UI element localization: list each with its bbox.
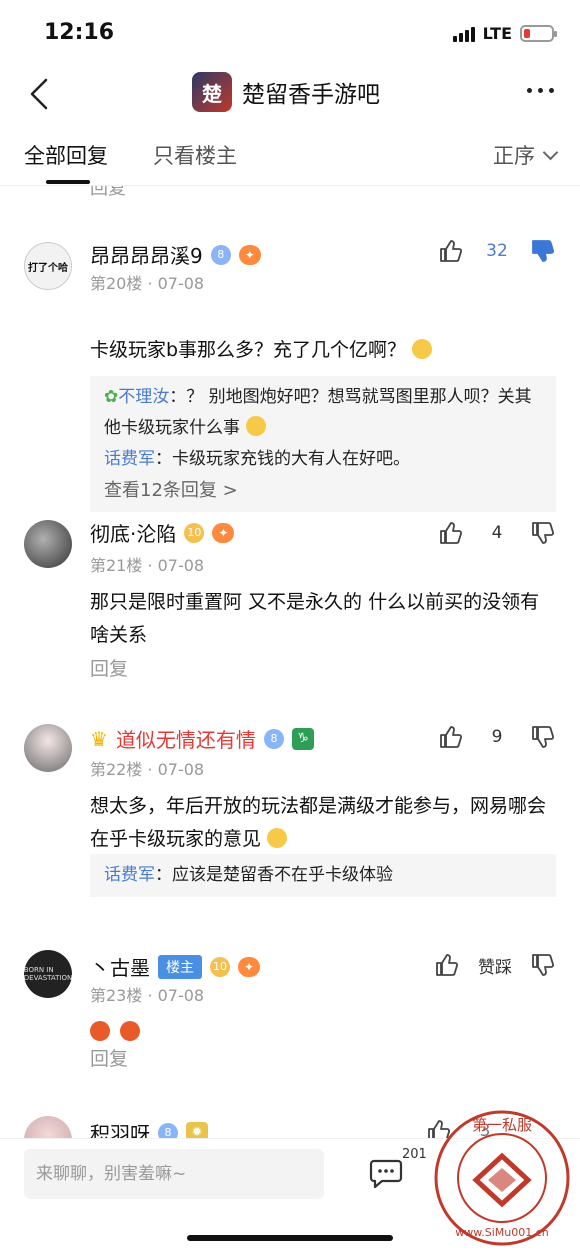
level-badge: 8 xyxy=(263,728,284,749)
username[interactable]: 积羽呀 xyxy=(90,1118,150,1138)
avatar[interactable] xyxy=(24,724,72,772)
back-button[interactable] xyxy=(22,74,62,114)
capricorn-icon: ♑ xyxy=(291,727,314,750)
floor-info: 第22楼 · 07-08 xyxy=(90,760,205,779)
post-content: 那只是限时重置阿 又不是永久的 什么以前买的没领有啥关系 xyxy=(90,591,540,646)
level-badge: 8 xyxy=(158,1122,178,1138)
status-indicators: LTE xyxy=(452,24,557,43)
active-tab-indicator xyxy=(46,180,90,184)
emoji-icon xyxy=(412,339,433,359)
owner-tag: 楼主 xyxy=(158,954,202,979)
emoji-icon xyxy=(246,416,266,436)
tab-op-only[interactable]: 只看楼主 xyxy=(153,140,237,170)
level-badge: 10 xyxy=(184,522,205,543)
sub-replies[interactable]: 话费军：应该是楚留香不在乎卡级体验 xyxy=(90,854,556,897)
reply-list: 回复 打了个哈 昂昂昂昂溪9 8 ✦ 第20楼 · 07-08 32 卡级玩家b… xyxy=(0,186,580,1138)
reply-link[interactable]: 回复 xyxy=(90,1044,128,1071)
post-text: 卡级玩家b事那么多？充了几个亿啊？ xyxy=(90,339,407,361)
forum-name: 楚留香手游吧 xyxy=(242,82,380,108)
emoji-icon xyxy=(90,1021,110,1041)
emoji-icon xyxy=(267,828,288,848)
like-count: 赞踩 xyxy=(478,957,512,978)
username[interactable]: 丶古墨 xyxy=(90,952,150,981)
home-indicator xyxy=(187,1235,393,1241)
sprout-icon: ✿ xyxy=(104,387,119,407)
sort-label: 正序 xyxy=(493,144,535,168)
floor-info: 第23楼 · 07-08 xyxy=(90,986,205,1005)
sub-reply-text: ：应该是楚留香不在乎卡级体验 xyxy=(155,865,393,885)
comment-input[interactable]: 来聊聊，别害羞嘛~ xyxy=(24,1149,324,1199)
sort-dropdown[interactable]: 正序 xyxy=(493,140,559,170)
post-text: 想太多，年后开放的玩法都是满级才能参与，网易哪会在乎卡级玩家的意见 xyxy=(90,795,547,850)
watermark-seal: 第一私服 www.SiMu001.cn xyxy=(434,1110,570,1246)
sub-reply-author[interactable]: 不理汝 xyxy=(118,387,169,407)
fire-badge-icon: ✦ xyxy=(238,956,260,977)
reply-link[interactable]: 回复 xyxy=(90,654,128,681)
floor-info: 第21楼 · 07-08 xyxy=(90,556,205,575)
floor-info: 第20楼 · 07-08 xyxy=(90,274,205,293)
avatar[interactable]: BORN IN DEVASTATION xyxy=(24,950,72,998)
tab-all-replies[interactable]: 全部回复 xyxy=(24,140,108,170)
fire-badge-icon: ✦ xyxy=(212,522,235,543)
prev-reply-link[interactable]: 回复 xyxy=(90,186,126,200)
post-content: 想太多，年后开放的玩法都是满级才能参与，网易哪会在乎卡级玩家的意见 xyxy=(90,790,550,856)
sub-reply: ✿不理汝：？ 别地图炮好吧？想骂就骂图里那人呗？关其他卡级玩家什么事 xyxy=(104,382,542,444)
sub-reply-text: ：？ 别地图炮好吧？想骂就骂图里那人呗？关其他卡级玩家什么事 xyxy=(104,387,532,438)
avatar[interactable]: 打了个哈 xyxy=(24,242,72,290)
sub-reply: 话费军：卡级玩家充钱的大有人在好吧。 xyxy=(104,444,542,475)
avatar[interactable] xyxy=(24,520,72,568)
like-icon[interactable] xyxy=(438,238,464,264)
sub-reply-text: ：卡级玩家充钱的大有人在好吧。 xyxy=(155,449,410,469)
level-badge: 8 xyxy=(210,244,231,265)
post-content xyxy=(90,1016,550,1049)
watermark-top-text: 第一私服 xyxy=(472,1116,532,1134)
username[interactable]: 昂昂昂昂溪9 xyxy=(90,240,203,269)
sub-replies[interactable]: ✿不理汝：？ 别地图炮好吧？想骂就骂图里那人呗？关其他卡级玩家什么事 话费军：卡… xyxy=(90,376,556,512)
view-more-replies-link[interactable]: 查看12条回复 > xyxy=(104,475,542,506)
post-content: 卡级玩家b事那么多？充了几个亿啊？ xyxy=(90,334,550,367)
dislike-icon[interactable] xyxy=(530,724,556,750)
emoji-icon xyxy=(120,1021,140,1041)
sub-reply-author[interactable]: 话费军 xyxy=(104,865,155,885)
comment-count: 201 xyxy=(402,1147,427,1162)
sun-badge-icon: ✹ xyxy=(186,1121,208,1138)
network-label: LTE xyxy=(482,24,512,43)
back-arrow-icon xyxy=(30,78,48,110)
dislike-icon[interactable] xyxy=(530,952,556,978)
sub-reply-author[interactable]: 话费军 xyxy=(104,449,155,469)
fire-badge-icon: ✦ xyxy=(238,244,261,265)
watermark-bottom-text: www.SiMu001.cn xyxy=(455,1226,549,1239)
forum-header[interactable]: 楚 楚留香手游吧 xyxy=(192,72,380,112)
signal-icon xyxy=(452,26,475,42)
comment-icon[interactable] xyxy=(368,1155,404,1191)
level-badge: 10 xyxy=(210,956,230,977)
username[interactable]: 道似无情还有情 xyxy=(116,724,256,753)
dislike-icon[interactable] xyxy=(530,520,556,546)
crown-icon: ♛ xyxy=(90,726,108,751)
nav-bar: 楚 楚留香手游吧 xyxy=(0,64,580,124)
battery-icon xyxy=(520,25,557,42)
like-count: 32 xyxy=(486,241,508,261)
avatar[interactable] xyxy=(24,1116,72,1138)
status-time: 12:16 xyxy=(44,20,115,45)
username[interactable]: 彻底·沦陷 xyxy=(90,518,176,547)
chevron-down-icon xyxy=(542,144,559,160)
dislike-icon[interactable] xyxy=(530,238,556,264)
like-count: 4 xyxy=(491,523,503,543)
like-icon[interactable] xyxy=(434,952,460,978)
more-options-button[interactable] xyxy=(527,88,554,93)
like-icon[interactable] xyxy=(438,724,464,750)
status-bar: 12:16 LTE xyxy=(0,0,580,64)
forum-logo: 楚 xyxy=(192,72,232,112)
reply-tabs: 全部回复 只看楼主 正序 xyxy=(0,124,580,186)
like-count: 9 xyxy=(491,727,503,747)
sub-reply: 话费军：应该是楚留香不在乎卡级体验 xyxy=(104,860,542,891)
like-icon[interactable] xyxy=(438,520,464,546)
